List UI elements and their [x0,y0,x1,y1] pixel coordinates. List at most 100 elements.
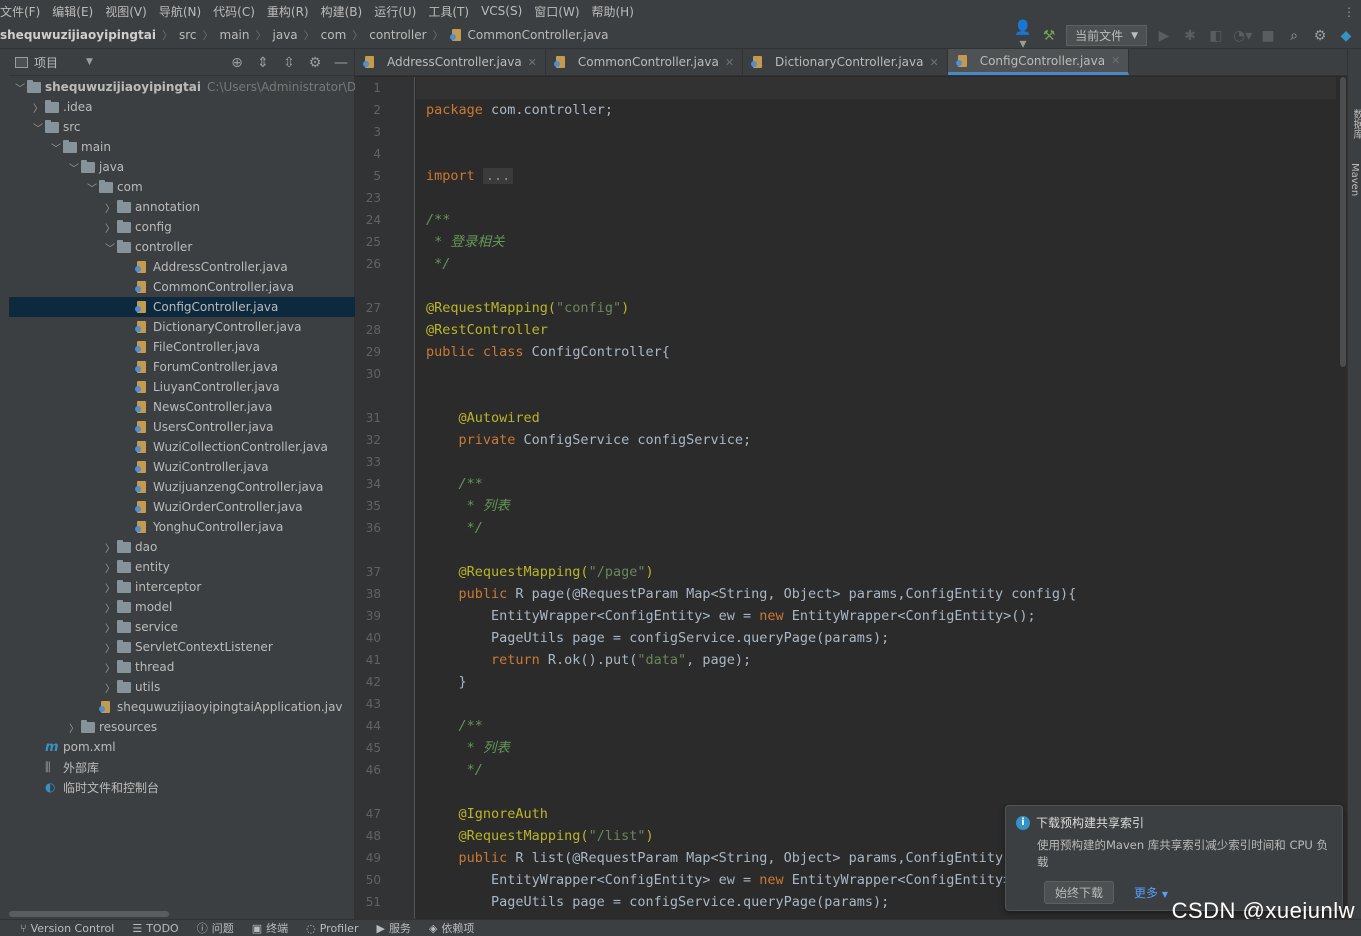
tree-folder-item[interactable]: 〉 utils [9,677,355,697]
debug-icon[interactable]: ✱ [1181,28,1199,44]
gear-icon[interactable]: ⚙ [1311,28,1329,44]
tool-window-button[interactable]: ◈ 依赖项 [429,920,474,936]
chevron-down-icon[interactable]: ▼ [86,57,93,67]
close-icon[interactable]: ✕ [725,56,734,69]
chevron-right-icon[interactable]: 〉 [31,100,45,115]
chevron-down-icon[interactable]: ﹀ [103,240,117,255]
tree-folder-item[interactable]: ﹀ controller [9,237,355,257]
project-panel-title[interactable]: 项目 [34,54,58,71]
breadcrumb-com[interactable]: com [321,28,347,42]
tool-window-button[interactable]: ⓘ 问题 [197,920,234,936]
breadcrumb-controller[interactable]: controller [369,28,426,42]
tree-file-item[interactable]: CommonController.java [9,277,355,297]
tree-item[interactable]: m pom.xml [9,737,355,757]
tree-file-item[interactable]: WuziController.java [9,457,355,477]
tool-window-button[interactable]: ⑂ Version Control [20,922,114,935]
user-icon[interactable]: 👤▾ [1014,20,1032,52]
tree-file-item[interactable]: UsersController.java [9,417,355,437]
tree-folder-item[interactable]: ﹀ main [9,137,355,157]
chevron-down-icon[interactable]: ﹀ [49,140,63,155]
tree-folder-item[interactable]: ﹀ src [9,117,355,137]
menu-item[interactable]: VCS(S) [475,4,528,18]
database-tool-tab[interactable]: 数据库 [1349,109,1361,139]
tree-file-item[interactable]: ConfigController.java [9,297,355,317]
menu-item[interactable]: 编辑(E) [46,3,99,20]
tree-folder-item[interactable]: 〉 entity [9,557,355,577]
menu-item[interactable]: 重构(R) [261,3,315,20]
chevron-right-icon[interactable]: 〉 [103,640,117,655]
tool-window-button[interactable]: ◌ Profiler [306,922,358,935]
chevron-down-icon[interactable]: ﹀ [13,80,27,95]
tree-folder-item[interactable]: 〉 config [9,217,355,237]
tree-folder-item[interactable]: 〉 ServletContextListener [9,637,355,657]
chevron-down-icon[interactable]: ﹀ [31,120,45,135]
chevron-right-icon[interactable]: 〉 [103,200,117,215]
expand-all-icon[interactable]: ⇕ [254,55,272,71]
collapse-all-icon[interactable]: ⇳ [280,55,298,71]
tree-folder-item[interactable]: 〉 service [9,617,355,637]
tree-folder-item[interactable]: 〉 .idea [9,97,355,117]
tree-file-item[interactable]: AddressController.java [9,257,355,277]
menu-item[interactable]: 窗口(W) [528,3,585,20]
chevron-right-icon[interactable]: 〉 [103,600,117,615]
chevron-right-icon[interactable]: 〉 [103,580,117,595]
chevron-right-icon[interactable]: 〉 [103,560,117,575]
editor-tab[interactable]: ConfigController.java ✕ [947,49,1130,75]
gear-icon[interactable]: ⚙ [306,55,324,71]
tool-window-button[interactable]: ☰ TODO [132,922,178,935]
tree-file-item[interactable]: WuzijuanzengController.java [9,477,355,497]
tree-item[interactable]: ⫼ 外部库 [9,757,355,777]
tree-file-item[interactable]: shequwuzijiaoyipingtaiApplication.jav [9,697,355,717]
chevron-right-icon[interactable]: 〉 [103,540,117,555]
hide-icon[interactable]: — [332,55,350,71]
tree-file-item[interactable]: NewsController.java [9,397,355,417]
chevron-right-icon[interactable]: 〉 [103,620,117,635]
chevron-right-icon[interactable]: 〉 [67,720,81,735]
editor-tab[interactable]: AddressController.java ✕ [355,49,546,75]
horizontal-scrollbar[interactable] [9,911,169,917]
menu-item[interactable]: 导航(N) [153,3,207,20]
locate-icon[interactable]: ⊕ [228,55,246,71]
tree-file-item[interactable]: ForumController.java [9,357,355,377]
stop-icon[interactable]: ■ [1259,28,1277,44]
tree-file-item[interactable]: FileController.java [9,337,355,357]
maven-tool-tab[interactable]: Maven [1349,163,1360,196]
tree-file-item[interactable]: DictionaryController.java [9,317,355,337]
tree-folder-item[interactable]: 〉 interceptor [9,577,355,597]
tree-folder-item[interactable]: 〉 model [9,597,355,617]
more-vertical-icon[interactable]: ⋮ [1343,5,1355,19]
run-icon[interactable]: ▶ [1155,28,1173,44]
breadcrumb-file[interactable]: CommonController.java [468,28,609,42]
tree-folder-item[interactable]: ﹀ shequwuzijiaoyipingtai C:\Users\Administ… [9,77,364,97]
menu-item[interactable]: 文件(F) [0,3,46,20]
tree-folder-item[interactable]: 〉 resources [9,717,355,737]
close-icon[interactable]: ✕ [929,56,938,69]
tree-folder-item[interactable]: ﹀ java [9,157,355,177]
search-icon[interactable]: ⌕ [1285,28,1303,44]
menu-item[interactable]: 工具(T) [422,3,475,20]
more-link[interactable]: 更多 ▼ [1134,884,1168,901]
menu-item[interactable]: 运行(U) [368,3,422,20]
tree-folder-item[interactable]: ﹀ com [9,177,355,197]
chevron-right-icon[interactable]: 〉 [103,220,117,235]
tree-file-item[interactable]: LiuyanController.java [9,377,355,397]
scrollbar-thumb[interactable] [1340,77,1346,367]
menu-item[interactable]: 代码(C) [207,3,261,20]
breadcrumb-java[interactable]: java [273,28,298,42]
editor-tab[interactable]: CommonController.java ✕ [546,49,744,75]
tool-window-button[interactable]: ▣ 终端 [252,920,288,936]
build-hammer-icon[interactable]: ⚒ [1040,28,1058,44]
menu-item[interactable]: 构建(B) [315,3,369,20]
breadcrumb-main[interactable]: main [220,28,250,42]
tree-item[interactable]: ◐ 临时文件和控制台 [9,777,355,797]
tree-folder-item[interactable]: 〉 thread [9,657,355,677]
editor-tab[interactable]: DictionaryController.java ✕ [743,49,948,75]
profile-icon[interactable]: ◔▾ [1233,28,1252,44]
code-editor[interactable]: package com.controller; import ... /** *… [416,77,1336,919]
tree-folder-item[interactable]: 〉 dao [9,537,355,557]
tree-file-item[interactable]: WuziCollectionController.java [9,437,355,457]
chevron-right-icon[interactable]: 〉 [103,680,117,695]
jetbrains-logo-icon[interactable]: ◆ [1337,28,1355,44]
breadcrumb-project[interactable]: shequwuzijiaoyipingtai [0,28,156,42]
run-configuration-select[interactable]: 当前文件 ▼ [1066,25,1147,46]
